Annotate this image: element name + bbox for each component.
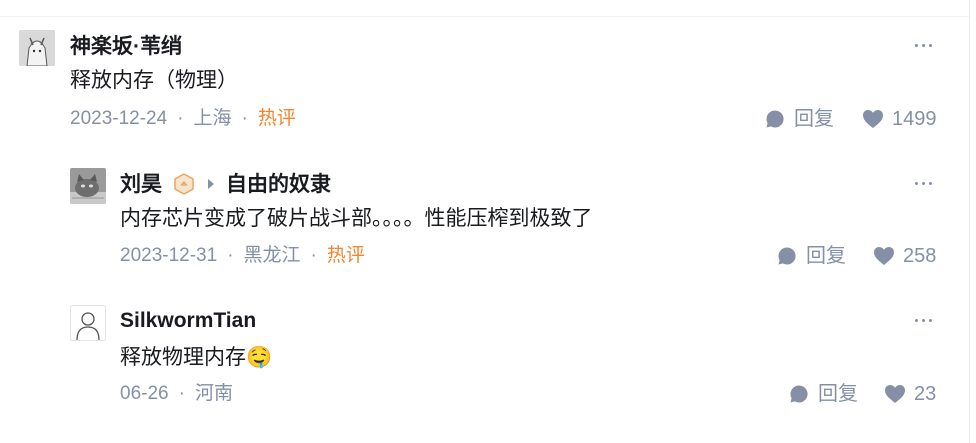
like-button[interactable]: 1499 [862, 107, 937, 131]
right-border [969, 0, 970, 443]
meta-separator: · [227, 245, 234, 266]
comment-location: 上海 [193, 108, 232, 129]
comment-bubble-icon [790, 385, 808, 403]
like-button[interactable]: 258 [873, 244, 936, 268]
like-count: 23 [914, 383, 937, 405]
comment-date: 2023-12-31 [120, 245, 218, 266]
reply-label: 回复 [818, 383, 858, 405]
reply-label: 回复 [806, 245, 846, 267]
avatar[interactable] [70, 168, 106, 204]
more-icon[interactable] [915, 42, 935, 48]
meta-separator: · [178, 383, 185, 404]
comment-text: 释放物理内存 [120, 346, 246, 369]
meta-separator: · [310, 245, 317, 266]
reply-arrow-icon [208, 179, 214, 189]
comment-content: 内存芯片变成了破片战斗部。。。。性能压榨到极致了 [120, 207, 593, 230]
avatar-cat-icon [70, 168, 106, 204]
meta-separator: · [177, 108, 184, 129]
author-name[interactable]: 神楽坂·苇绡 [70, 34, 182, 60]
avatar-anime-icon [19, 30, 55, 66]
top-divider [0, 16, 969, 17]
comment-date: 06-26 [120, 383, 169, 404]
comment-meta: 06-26 · 河南 [120, 382, 233, 406]
hot-comment-tag: 热评 [257, 108, 296, 129]
reply-label: 回复 [794, 108, 834, 130]
comment-bubble-icon [766, 110, 784, 128]
heart-icon [863, 110, 883, 128]
heart-icon [885, 385, 905, 403]
avatar[interactable] [19, 30, 55, 66]
comment-meta: 2023-12-24 · 上海 · 热评 [70, 107, 296, 131]
more-icon[interactable] [915, 317, 935, 323]
creator-badge-icon[interactable] [173, 173, 195, 195]
more-icon[interactable] [915, 180, 935, 186]
comment-content: 释放物理内存🤤 [120, 343, 272, 372]
reply-button[interactable]: 回复 [777, 244, 846, 268]
reply-button[interactable]: 回复 [789, 382, 858, 406]
author-name[interactable]: SilkwormTian [120, 308, 256, 334]
comment-bubble-icon [778, 247, 796, 265]
heart-icon [874, 247, 894, 265]
comment-date: 2023-12-24 [70, 108, 168, 129]
author-name[interactable]: 刘昊 [120, 172, 162, 198]
reply-to-name[interactable]: 自由的奴隶 [226, 172, 331, 198]
drooling-emoji-icon: 🤤 [246, 345, 273, 369]
like-count: 258 [903, 245, 937, 267]
like-button[interactable]: 23 [884, 382, 936, 406]
comment-content: 释放内存（物理） [70, 69, 238, 92]
comment-location: 河南 [194, 383, 233, 404]
default-avatar-icon [76, 312, 100, 340]
meta-separator: · [241, 108, 248, 129]
comment-meta: 2023-12-31 · 黑龙江 · 热评 [120, 244, 365, 268]
reply-button[interactable]: 回复 [765, 107, 834, 131]
avatar[interactable] [70, 305, 106, 341]
hot-comment-tag: 热评 [326, 245, 365, 266]
like-count: 1499 [892, 108, 937, 130]
comment-location: 黑龙江 [243, 245, 301, 266]
